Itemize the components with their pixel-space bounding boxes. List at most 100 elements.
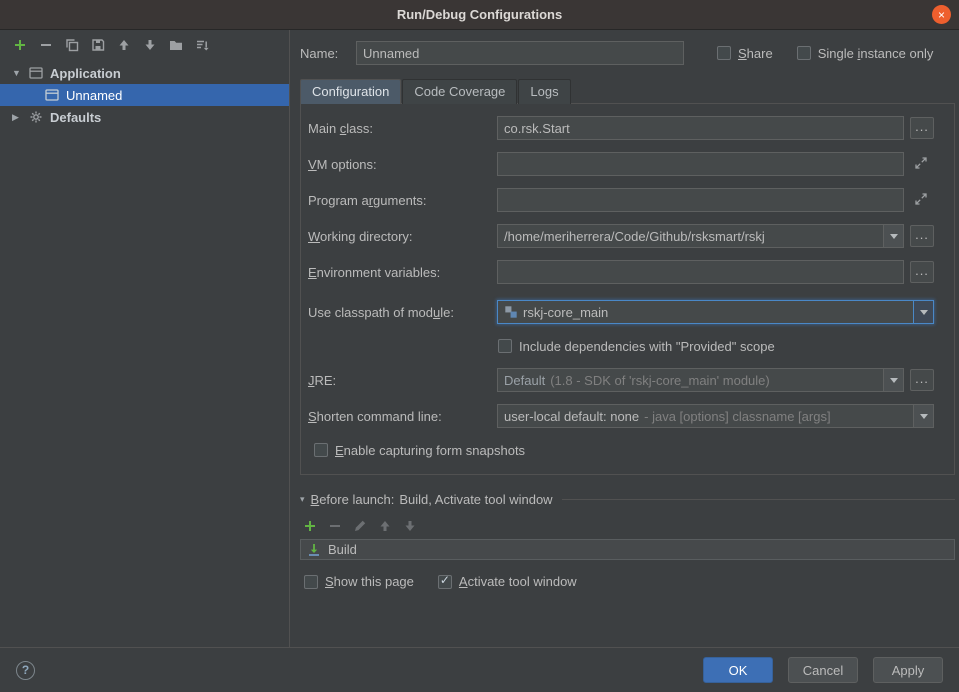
folder-icon xyxy=(168,37,184,53)
apply-button[interactable]: Apply xyxy=(873,657,943,683)
section-collapse-icon[interactable]: ▾ xyxy=(300,494,305,505)
tab-bar: Configuration Code Coverage Logs xyxy=(300,79,955,104)
run-debug-configurations-dialog: Run/Debug Configurations × ▼ Application xyxy=(0,0,959,692)
arrow-down-icon xyxy=(142,37,158,53)
program-arguments-field[interactable] xyxy=(497,188,904,212)
include-provided-checkbox[interactable]: Include dependencies with "Provided" sco… xyxy=(498,339,775,354)
vm-options-row: VM options: xyxy=(308,152,934,176)
shorten-dropdown-button[interactable] xyxy=(913,405,933,427)
sort-icon xyxy=(194,37,210,53)
jre-value-detail: (1.8 - SDK of 'rskj-core_main' module) xyxy=(550,373,770,388)
titlebar: Run/Debug Configurations × xyxy=(0,0,959,30)
tree-item-label: Application xyxy=(50,66,121,81)
environment-variables-row: Environment variables: ... xyxy=(308,260,934,284)
checkbox-box-icon xyxy=(797,46,811,60)
single-instance-checkbox[interactable]: Single instance only xyxy=(797,46,934,61)
move-up-button[interactable] xyxy=(116,37,132,53)
main-class-browse-button[interactable]: ... xyxy=(910,117,934,139)
chevron-down-icon xyxy=(920,414,928,419)
main-class-label: Main class: xyxy=(308,121,497,136)
arrow-down-icon xyxy=(402,518,418,534)
vm-options-expand-button[interactable] xyxy=(913,155,931,173)
minus-icon xyxy=(327,518,343,534)
tree-item-unnamed[interactable]: Unnamed xyxy=(0,84,289,106)
jre-value: Default xyxy=(504,373,545,388)
save-config-button[interactable] xyxy=(90,37,106,53)
move-down-button[interactable] xyxy=(142,37,158,53)
working-directory-browse-button[interactable]: ... xyxy=(910,225,934,247)
before-launch-item-build[interactable]: Build xyxy=(300,539,955,560)
single-instance-label: Single instance only xyxy=(818,46,934,61)
main-class-row: Main class: ... xyxy=(308,116,934,140)
show-this-page-checkbox[interactable]: Show this page xyxy=(304,574,414,589)
new-folder-button[interactable] xyxy=(168,37,184,53)
activate-tool-window-checkbox[interactable]: ✓ Activate tool window xyxy=(438,574,577,589)
working-directory-row: Working directory: /home/meriherrera/Cod… xyxy=(308,224,934,248)
collapsed-arrow-icon[interactable]: ▶ xyxy=(12,112,28,123)
enable-capturing-checkbox[interactable]: Enable capturing form snapshots xyxy=(314,443,525,458)
name-row: Name: Share Single instance only xyxy=(300,40,955,66)
close-button[interactable]: × xyxy=(932,5,951,24)
cancel-button[interactable]: Cancel xyxy=(788,657,858,683)
move-task-down-button[interactable] xyxy=(402,518,416,532)
ok-button[interactable]: OK xyxy=(703,657,773,683)
expanded-arrow-icon[interactable]: ▼ xyxy=(12,68,28,78)
jre-dropdown-button[interactable] xyxy=(883,369,903,391)
main-class-field[interactable] xyxy=(497,116,904,140)
show-this-page-label: Show this page xyxy=(325,574,414,589)
add-task-button[interactable] xyxy=(302,518,316,532)
checkbox-box-icon xyxy=(304,575,318,589)
environment-variables-browse-button[interactable]: ... xyxy=(910,261,934,283)
copy-config-button[interactable] xyxy=(64,37,80,53)
build-icon xyxy=(306,542,322,558)
environment-variables-input[interactable] xyxy=(498,261,903,283)
program-arguments-expand-button[interactable] xyxy=(913,191,931,209)
side-button-column xyxy=(904,155,934,173)
module-dropdown-button[interactable] xyxy=(913,301,933,323)
add-config-button[interactable] xyxy=(12,37,28,53)
environment-variables-field[interactable] xyxy=(497,260,904,284)
remove-task-button[interactable] xyxy=(327,518,341,532)
arrow-up-icon xyxy=(116,37,132,53)
checkbox-box-icon: ✓ xyxy=(438,575,452,589)
tree-item-defaults[interactable]: ▶ Defaults xyxy=(0,106,289,128)
shorten-command-line-row: Shorten command line: user-local default… xyxy=(308,404,934,428)
copy-icon xyxy=(64,37,80,53)
side-button-column: ... xyxy=(904,117,934,139)
jre-row: JRE: Default(1.8 - SDK of 'rskj-core_mai… xyxy=(308,368,934,392)
main-class-input[interactable] xyxy=(498,117,903,139)
shorten-value: user-local default: none xyxy=(504,409,639,424)
before-launch-title: Before launch: xyxy=(311,492,395,507)
before-launch-section: ▾ Before launch: Build, Activate tool wi… xyxy=(300,492,955,589)
expand-icon xyxy=(913,155,929,171)
vm-options-field[interactable] xyxy=(497,152,904,176)
program-arguments-input[interactable] xyxy=(498,189,903,211)
help-button[interactable]: ? xyxy=(16,661,35,680)
name-input[interactable] xyxy=(356,41,684,65)
tab-configuration[interactable]: Configuration xyxy=(300,79,401,104)
vm-options-input[interactable] xyxy=(498,153,903,175)
edit-task-button[interactable] xyxy=(352,518,366,532)
enable-capturing-label: Enable capturing form snapshots xyxy=(335,443,525,458)
sort-configs-button[interactable] xyxy=(194,37,210,53)
checkbox-box-icon xyxy=(498,339,512,353)
working-directory-combo[interactable]: /home/meriherrera/Code/Github/rsksmart/r… xyxy=(497,224,904,248)
activate-tool-window-label: Activate tool window xyxy=(459,574,577,589)
working-directory-dropdown-button[interactable] xyxy=(883,225,903,247)
jre-combo[interactable]: Default (1.8 - SDK of 'rskj-core_main' mo… xyxy=(497,368,904,392)
remove-config-button[interactable] xyxy=(38,37,54,53)
tab-code-coverage[interactable]: Code Coverage xyxy=(402,79,517,104)
module-icon xyxy=(504,305,518,319)
tree-item-application[interactable]: ▼ Application xyxy=(0,62,289,84)
module-row: Use classpath of module: rskj-core_main xyxy=(308,300,934,324)
shorten-command-line-combo[interactable]: user-local default: none- java [options]… xyxy=(497,404,934,428)
module-combo[interactable]: rskj-core_main xyxy=(497,300,934,324)
arrow-up-icon xyxy=(377,518,393,534)
move-task-up-button[interactable] xyxy=(377,518,391,532)
program-arguments-label: Program arguments: xyxy=(308,193,497,208)
jre-browse-button[interactable]: ... xyxy=(910,369,934,391)
tree-item-label: Defaults xyxy=(50,110,101,125)
share-checkbox[interactable]: Share xyxy=(717,46,773,61)
before-launch-summary: Build, Activate tool window xyxy=(399,492,552,507)
tab-logs[interactable]: Logs xyxy=(518,79,570,104)
